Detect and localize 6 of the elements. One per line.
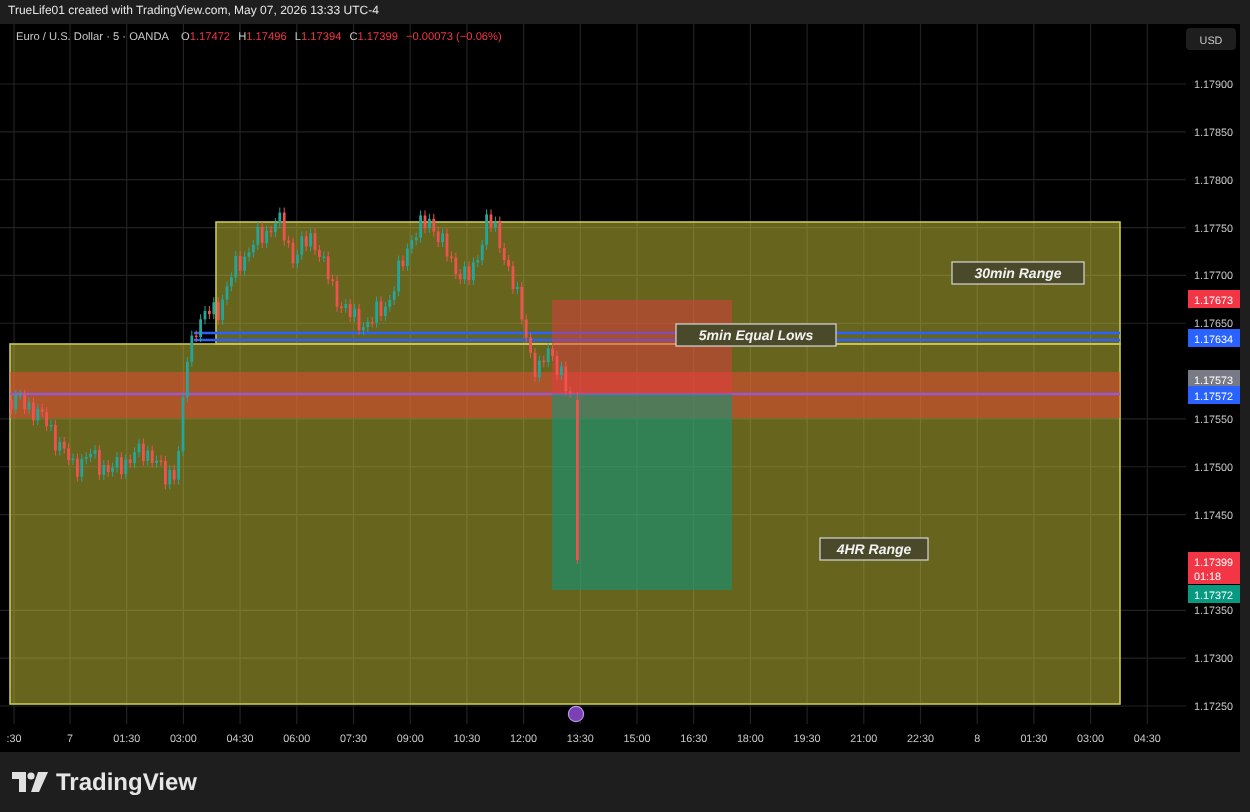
brand-name: TradingView: [56, 768, 197, 796]
event-marker-icon[interactable]: [567, 705, 585, 723]
logo-icon: [12, 772, 48, 792]
annotation-label-background: [819, 537, 929, 561]
currency-label-background: [1186, 28, 1236, 50]
annotation-label-background: [951, 261, 1085, 285]
